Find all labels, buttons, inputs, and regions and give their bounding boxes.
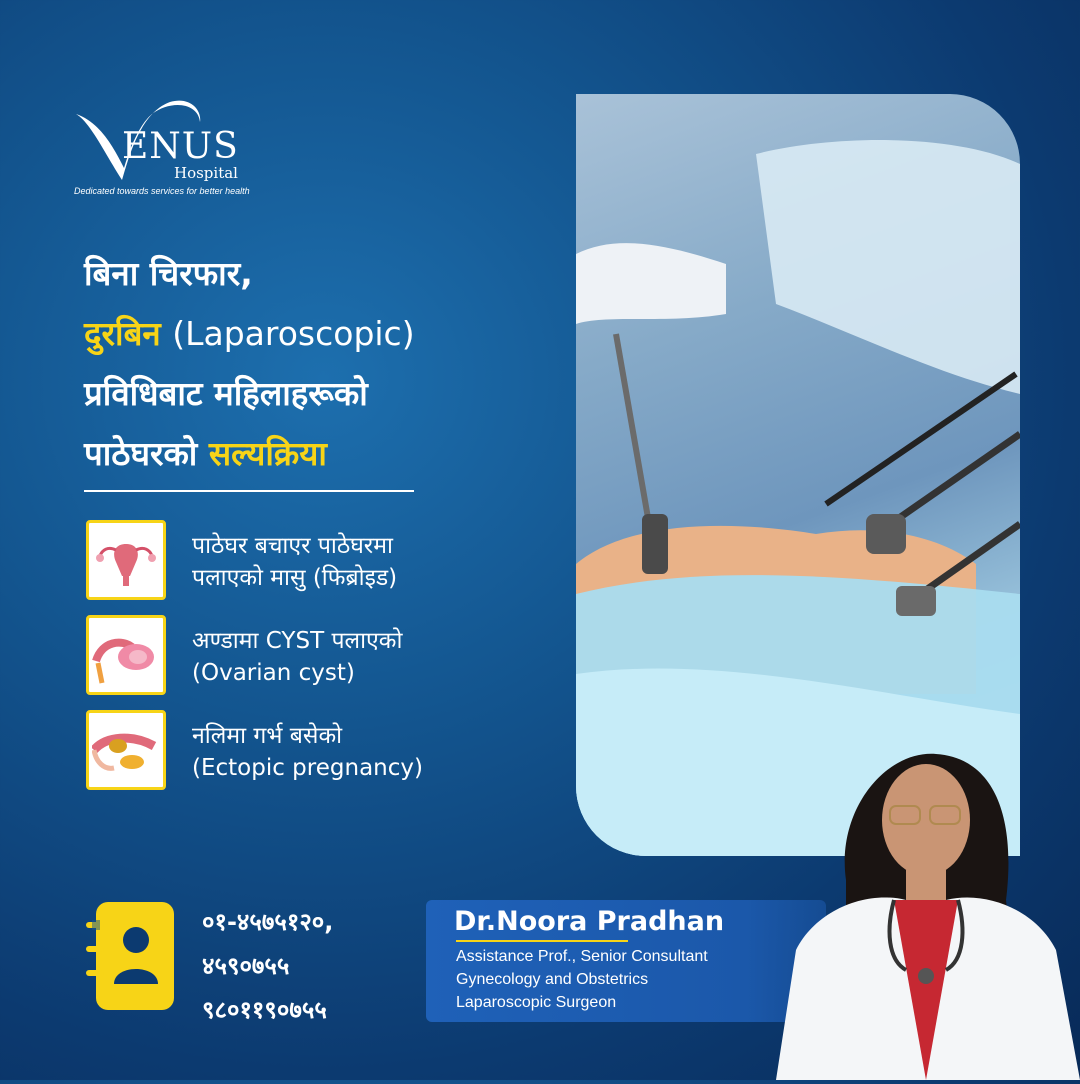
hospital-logo: ENUS Hospital Dedicated towards services… [70,92,270,202]
service-text-ovarian-cyst: अण्डामा CYST पलाएको (Ovarian cyst) [192,625,402,689]
headline-line-4: पाठेघरको सल्यक्रिया [84,424,564,484]
service-line-2: (Ectopic pregnancy) [192,755,423,781]
doctor-portrait [776,730,1080,1080]
service-line-2: (Ovarian cyst) [192,660,355,686]
phone-number: ४५९०७५५ [202,952,290,980]
fallopian-tube-icon [86,710,166,790]
headline-line-2: दुरबिन (Laparoscopic) [84,304,564,364]
service-text-fibroid: पाठेघर बचाएर पाठेघरमा पलाएको मासु (फिब्र… [192,530,397,594]
phone-number: ९८०११९०७५५ [202,996,327,1024]
logo-tagline: Dedicated towards services for better he… [74,186,250,196]
phone-number: ०१-४५७५१२०, [202,908,334,936]
logo-subtitle: Hospital [174,164,238,182]
service-line-1: अण्डामा CYST पलाएको [192,628,403,654]
doctor-specialty: Gynecology and Obstetrics [456,971,649,988]
headline-divider [84,490,414,492]
doctor-role: Laparoscopic Surgeon [456,994,617,1011]
doctor-name: Dr.Noora Pradhan [454,906,725,937]
ovary-icon [86,615,166,695]
headline-highlight-durbin: दुरबिन [84,314,161,353]
doctor-name-underline [456,940,628,942]
service-item-ectopic: नलिमा गर्भ बसेको (Ectopic pregnancy) [86,710,566,790]
service-line-1: नलिमा गर्भ बसेको [192,723,343,749]
service-item-ovarian-cyst: अण्डामा CYST पलाएको (Ovarian cyst) [86,615,566,695]
doctor-title: Assistance Prof., Senior Consultant [456,948,708,965]
service-text-ectopic: नलिमा गर्भ बसेको (Ectopic pregnancy) [192,720,423,784]
uterus-icon [86,520,166,600]
headline-laparoscopic: (Laparoscopic) [172,314,415,353]
service-item-fibroid: पाठेघर बचाएर पाठेघरमा पलाएको मासु (फिब्र… [86,520,566,600]
service-line-1: पाठेघर बचाएर पाठेघरमा [192,533,393,559]
headline-plain-word: पाठेघरको [84,434,198,473]
headline-highlight-surgery: सल्यक्रिया [208,434,327,473]
headline-line-1: बिना चिरफार, [84,254,253,293]
headline-line-3: प्रविधिबाट महिलाहरूको [84,374,368,413]
contact-book-icon [86,902,176,1012]
phone-numbers: ०१-४५७५१२०, ४५९०७५५ ९८०११९०७५५ [202,900,333,1032]
headline: बिना चिरफार, दुरबिन (Laparoscopic) प्रवि… [84,244,564,484]
logo-wordmark: ENUS [122,126,239,167]
service-line-2: पलाएको मासु (फिब्रोइड) [192,565,398,591]
